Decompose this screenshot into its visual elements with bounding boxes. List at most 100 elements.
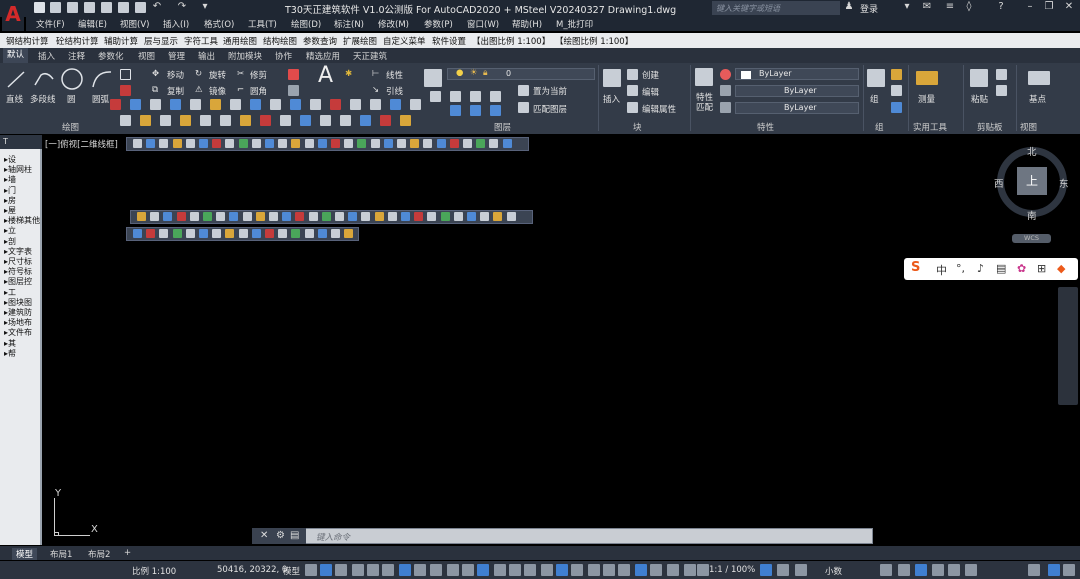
menu-edit[interactable]: 编辑(E) <box>78 18 107 30</box>
status-toggle-icon[interactable] <box>1028 564 1040 576</box>
status-toggle-icon[interactable] <box>965 564 977 576</box>
save-icon[interactable] <box>67 2 78 13</box>
status-toggle-icon[interactable] <box>494 564 506 576</box>
microphone-icon[interactable]: ♪ <box>977 262 984 275</box>
create-block-icon[interactable] <box>627 69 638 80</box>
layer-properties-icon[interactable] <box>424 69 442 87</box>
toolbox-icon[interactable]: ⊞ <box>1037 262 1046 275</box>
toolbar-tool-icon[interactable] <box>480 212 490 221</box>
toolbar-tool-icon[interactable] <box>317 139 327 148</box>
set-current-icon[interactable] <box>518 85 529 96</box>
toolbar-tool-icon[interactable] <box>189 212 199 221</box>
menu-parametric[interactable]: 参数(P) <box>424 18 453 30</box>
modify-tool-icon[interactable] <box>160 115 171 126</box>
group-tool-icon[interactable] <box>891 69 902 80</box>
minimize-icon[interactable]: – <box>1025 2 1035 12</box>
toolbar-tool-icon[interactable] <box>146 139 156 148</box>
paste-label[interactable]: 粘贴 <box>971 93 988 105</box>
modify-tool-icon[interactable] <box>120 115 131 126</box>
rectangle-icon[interactable] <box>120 69 131 80</box>
tz-aux-calc[interactable]: 辅助计算 <box>104 35 138 47</box>
toolbar-tool-icon[interactable] <box>185 139 195 148</box>
layer-tool-icon[interactable] <box>470 91 481 102</box>
layer-tool-icon[interactable] <box>430 91 441 102</box>
toolbar-tool-icon[interactable] <box>203 212 212 221</box>
modify-tool-icon[interactable] <box>270 99 281 110</box>
status-toggle-icon[interactable] <box>603 564 615 576</box>
user-icon[interactable]: ♟ <box>844 2 854 12</box>
sogou-mascot-icon[interactable]: ◆ <box>1057 262 1065 275</box>
toolbar-tool-icon[interactable] <box>506 212 516 221</box>
toolbar-tool-icon[interactable] <box>344 229 354 238</box>
status-toggle-icon[interactable] <box>618 564 630 576</box>
toolbar-tool-icon[interactable] <box>440 212 450 221</box>
status-toggle-icon[interactable] <box>777 564 789 576</box>
status-toggle-icon[interactable] <box>571 564 583 576</box>
copy-icon[interactable]: ⧉ <box>152 85 158 95</box>
toolbar-tool-icon[interactable] <box>317 229 327 238</box>
rotate-label[interactable]: 旋转 <box>209 69 226 81</box>
match-layer-icon[interactable] <box>518 102 529 113</box>
compass-east[interactable]: 东 <box>1059 176 1069 190</box>
set-current-label[interactable]: 置为当前 <box>533 85 567 97</box>
keyboard-icon[interactable]: ▤ <box>996 262 1006 275</box>
line-icon[interactable] <box>6 69 26 89</box>
ime-mode-toggle[interactable]: 中 <box>936 262 947 278</box>
status-toggle-icon[interactable] <box>898 564 910 576</box>
modify-tool-icon[interactable] <box>210 99 221 110</box>
toolbar-tool-icon[interactable] <box>321 212 331 221</box>
toolbar-tool-icon[interactable] <box>251 139 261 148</box>
modify-tool-icon[interactable] <box>150 99 161 110</box>
tab-tangent-arch[interactable]: 天正建筑 <box>353 50 387 62</box>
edit-block-icon[interactable] <box>627 85 638 96</box>
menu-draw[interactable]: 绘图(D) <box>291 18 321 30</box>
tz-draw-scale[interactable]: 【绘图比例 1:100】 <box>555 35 633 47</box>
modify-tool-icon[interactable] <box>230 99 241 110</box>
clipboard-tool-icon[interactable] <box>996 69 1007 80</box>
toolbar-tool-icon[interactable] <box>427 212 437 221</box>
tz-param-query[interactable]: 参数查询 <box>303 35 337 47</box>
status-toggle-icon[interactable] <box>305 564 317 576</box>
tab-parametric[interactable]: 参数化 <box>98 50 124 62</box>
tab-featured-apps[interactable]: 精选应用 <box>306 50 340 62</box>
toolbar-tool-icon[interactable] <box>463 139 472 148</box>
toolbar-tool-icon[interactable] <box>397 139 406 148</box>
modify-tool-icon[interactable] <box>410 99 421 110</box>
edit-label[interactable]: 编辑 <box>642 86 659 98</box>
menu-help[interactable]: 帮助(H) <box>512 18 542 30</box>
circle-icon[interactable] <box>60 67 84 91</box>
tab-collaborate[interactable]: 协作 <box>275 50 292 62</box>
menu-format[interactable]: 格式(O) <box>204 18 234 30</box>
linetype-dropdown[interactable]: ByLayer <box>735 85 859 97</box>
toolbar-tool-icon[interactable] <box>374 212 384 221</box>
insert-block-icon[interactable] <box>603 69 621 87</box>
modify-tool-icon[interactable] <box>190 99 201 110</box>
modify-tool-icon[interactable] <box>200 115 211 126</box>
status-toggle-icon[interactable] <box>414 564 426 576</box>
tz-general-draw[interactable]: 通用绘图 <box>223 35 257 47</box>
menu-tools[interactable]: 工具(T) <box>248 18 277 30</box>
tz-output-scale[interactable]: 【出图比例 1:100】 <box>472 35 550 47</box>
status-toggle-icon[interactable] <box>399 564 411 576</box>
toolbar-tool-icon[interactable] <box>269 212 278 221</box>
ime-toolbar[interactable]: S 中 °, ♪ ▤ ✿ ⊞ ◆ <box>904 258 1078 280</box>
fillet-label[interactable]: 圆角 <box>250 85 267 97</box>
status-toggle-icon[interactable] <box>462 564 474 576</box>
modify-tool-icon[interactable] <box>260 115 271 126</box>
fillet-icon[interactable]: ⌐ <box>237 85 244 95</box>
layer-tool-icon[interactable] <box>450 91 461 102</box>
toolbar-tool-icon[interactable] <box>476 139 486 148</box>
status-toggle-icon[interactable] <box>1063 564 1075 576</box>
group-tool-icon[interactable] <box>891 85 902 96</box>
status-toggle-icon[interactable] <box>915 564 927 576</box>
trim-label[interactable]: 修剪 <box>250 69 267 81</box>
modify-tool-icon[interactable] <box>140 115 151 126</box>
status-toggle-icon[interactable] <box>382 564 394 576</box>
annotation-scale[interactable]: 1:1 / 100% <box>709 565 755 575</box>
status-toggle-icon[interactable] <box>477 564 489 576</box>
modify-tool-icon[interactable] <box>130 99 141 110</box>
toolbar-tool-icon[interactable] <box>278 139 288 148</box>
redo-icon[interactable]: ↷ <box>177 2 187 12</box>
toolbar-tool-icon[interactable] <box>291 229 301 238</box>
group-tool-icon[interactable] <box>891 102 902 113</box>
